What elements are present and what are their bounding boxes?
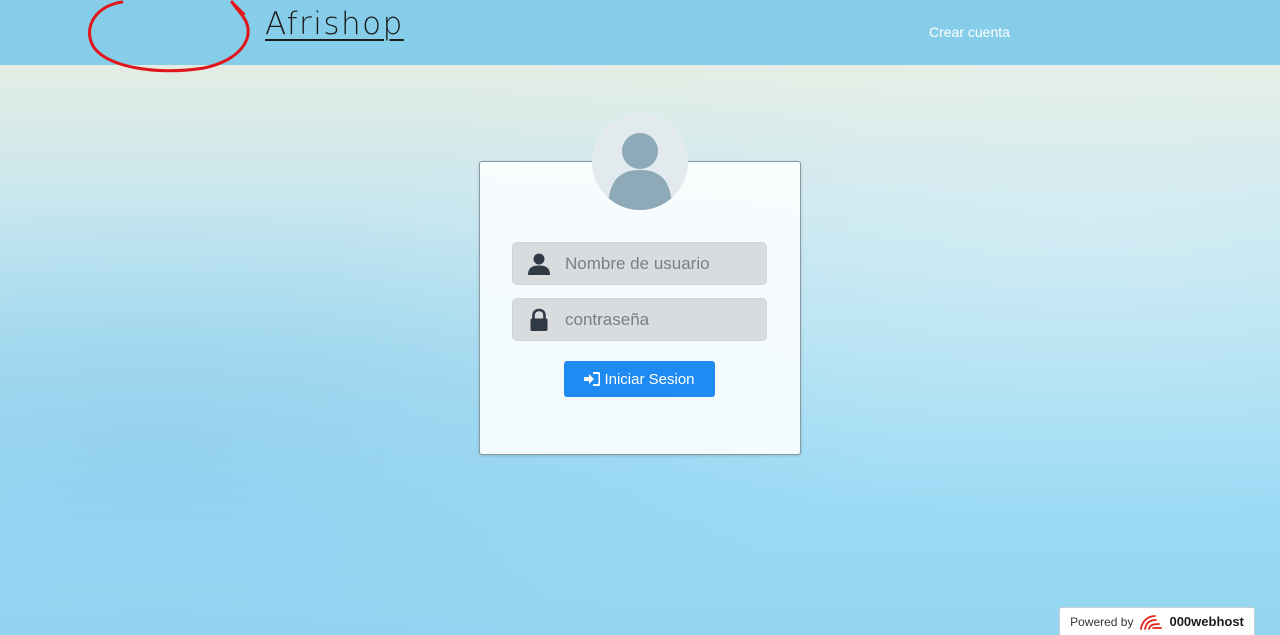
brand-link[interactable]: Afrishop	[265, 6, 404, 42]
create-account-link[interactable]: Crear cuenta	[929, 24, 1010, 40]
webhost-brand-text: 000webhost	[1169, 614, 1244, 629]
login-button-label: Iniciar Sesion	[604, 370, 695, 388]
navbar: Afrishop Crear cuenta	[0, 0, 1280, 73]
password-field	[512, 298, 767, 341]
user-avatar	[592, 114, 688, 210]
login-button[interactable]: Iniciar Sesion	[564, 361, 715, 397]
powered-by-text: Powered by	[1070, 614, 1134, 629]
user-icon	[528, 253, 550, 275]
username-field	[512, 242, 767, 285]
username-input[interactable]	[565, 243, 760, 284]
password-input[interactable]	[565, 299, 760, 340]
user-silhouette-icon	[608, 133, 672, 210]
lock-icon	[530, 308, 548, 331]
webhost-logo-icon	[1140, 614, 1163, 630]
red-circle-annotation	[88, 0, 250, 73]
sign-in-icon	[584, 372, 601, 386]
powered-by-badge[interactable]: Powered by 000webhost	[1059, 607, 1255, 635]
